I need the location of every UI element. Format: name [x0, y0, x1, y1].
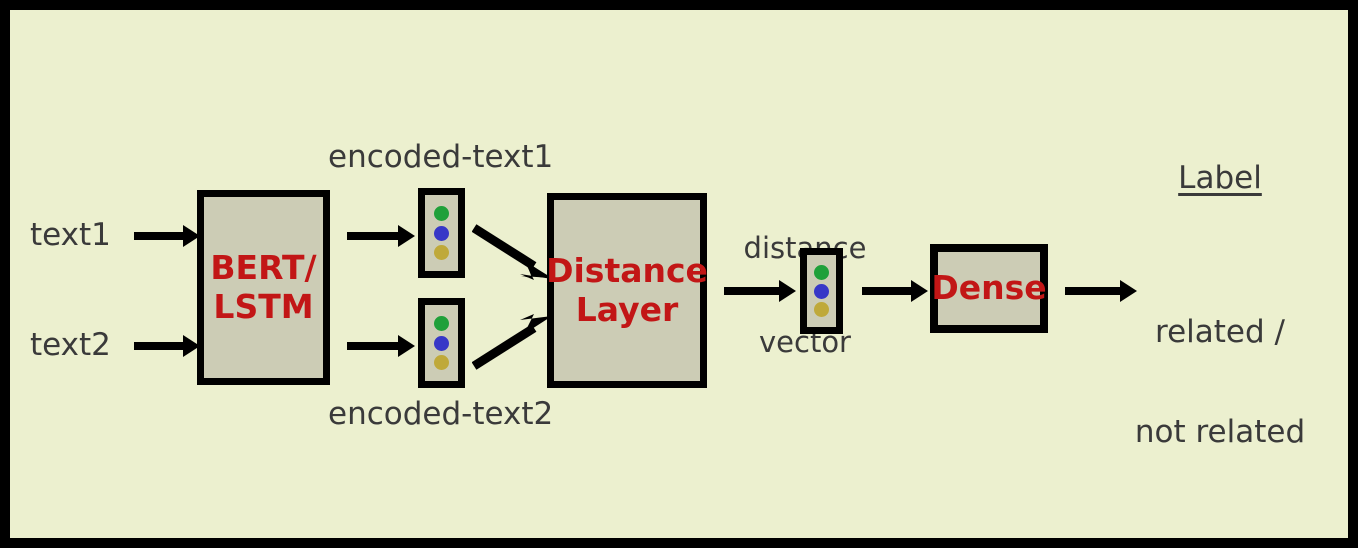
arrow-encoded-text2-to-distance-layer [472, 314, 552, 370]
olive-dot [434, 355, 449, 371]
input-label-text1: text1 [30, 217, 111, 253]
output-value-line2: not related [1134, 414, 1306, 451]
output-heading: Label [1178, 160, 1262, 196]
encoded-text2-vector-box[interactable] [418, 298, 465, 388]
output-value-line1: related / [1155, 313, 1285, 350]
blue-dot [434, 335, 449, 351]
green-dot [434, 315, 449, 331]
encoded-text1-vector-box[interactable] [418, 188, 465, 278]
dense-box[interactable]: Dense [930, 244, 1048, 333]
input-label-text2: text2 [30, 327, 111, 363]
encoded-text1-label: encoded-text1 [328, 139, 554, 175]
distance-layer-box[interactable]: Distance Layer [546, 193, 708, 388]
distance-vector-box[interactable] [800, 248, 843, 334]
encoder-box[interactable]: BERT/ LSTM [197, 190, 330, 385]
diagram-stage: text1 text2 BERT/ LSTM encoded-text1 enc… [10, 10, 1348, 538]
output-value: related / not related [1110, 249, 1330, 517]
green-dot [814, 264, 829, 280]
olive-dot [814, 302, 829, 318]
blue-dot [434, 225, 449, 241]
green-dot [434, 205, 449, 221]
olive-dot [434, 245, 449, 261]
diagram-canvas: text1 text2 BERT/ LSTM encoded-text1 enc… [0, 0, 1358, 548]
arrow-encoded-text1-to-distance-layer [472, 224, 552, 280]
blue-dot [814, 283, 829, 299]
encoded-text2-label: encoded-text2 [328, 396, 554, 432]
